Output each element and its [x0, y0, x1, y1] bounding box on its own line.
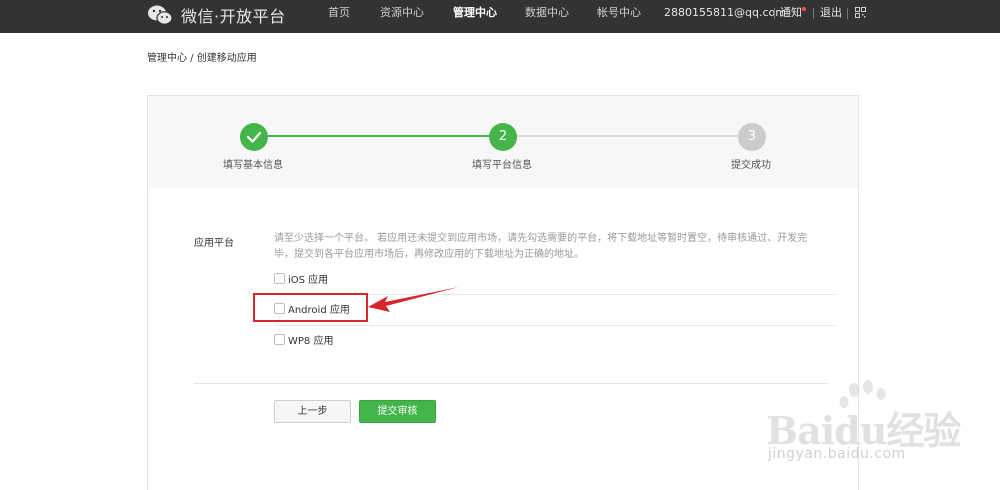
wp8-checkbox[interactable]	[274, 334, 285, 345]
nav-account-center[interactable]: 帐号中心	[597, 0, 641, 26]
account-email[interactable]: 2880155811@qq.com	[664, 0, 786, 26]
platform-option-ios[interactable]: iOS 应用	[274, 265, 836, 295]
notification-label: 通知	[780, 6, 802, 19]
nav-divider	[774, 8, 775, 19]
top-nav-bar: 微信·开放平台 首页 资源中心 管理中心 数据中心 帐号中心 288015581…	[0, 0, 1000, 33]
ios-checkbox[interactable]	[274, 273, 285, 284]
submit-review-button[interactable]: 提交审核	[359, 400, 436, 423]
progress-steps: 2 3 填写基本信息 填写平台信息 提交成功	[148, 96, 858, 188]
notification-link[interactable]: 通知	[780, 0, 806, 26]
brand-logo[interactable]: 微信·开放平台	[147, 2, 286, 28]
platform-hint-text: 请至少选择一个平台。 若应用还未提交到应用市场，请先勾选需要的平台，将下载地址等…	[274, 233, 808, 260]
platform-option-wp8[interactable]: WP8 应用	[274, 326, 836, 356]
ios-option-label[interactable]: iOS 应用	[288, 271, 328, 286]
annotation-arrow-icon	[368, 287, 459, 312]
step-connector-pending	[516, 135, 751, 137]
breadcrumb: 管理中心 / 创建移动应用	[147, 53, 257, 64]
nav-resource-center[interactable]: 资源中心	[380, 0, 424, 26]
qr-code-icon[interactable]	[855, 7, 866, 18]
nav-data-center[interactable]: 数据中心	[525, 0, 569, 26]
notification-dot-icon	[802, 7, 806, 11]
step-3-indicator: 3	[738, 123, 766, 151]
step-3-label: 提交成功	[731, 160, 771, 171]
annotation-highlight-box	[253, 293, 368, 322]
platform-field-label: 应用平台	[194, 238, 234, 249]
nav-home[interactable]: 首页	[328, 0, 350, 26]
brand-name: 微信·开放平台	[181, 7, 286, 26]
step-2-indicator: 2	[489, 123, 517, 151]
step-connector-done	[268, 135, 503, 137]
watermark-site: jingyan.baidu.com	[768, 446, 906, 462]
wp8-option-label[interactable]: WP8 应用	[288, 332, 333, 347]
nav-management-center[interactable]: 管理中心	[453, 0, 497, 26]
step-2-label: 填写平台信息	[472, 160, 532, 171]
previous-step-button[interactable]: 上一步	[274, 400, 351, 423]
step-1-indicator	[240, 123, 268, 151]
check-icon	[246, 131, 262, 143]
nav-divider	[813, 8, 814, 19]
baidu-watermark: Baidu经验 jingyan.baidu.com	[766, 380, 966, 470]
form-divider	[194, 383, 828, 384]
step-1-label: 填写基本信息	[223, 160, 283, 171]
wechat-logo-icon	[148, 5, 173, 25]
logout-link[interactable]: 退出	[820, 0, 842, 26]
nav-divider	[847, 8, 848, 19]
